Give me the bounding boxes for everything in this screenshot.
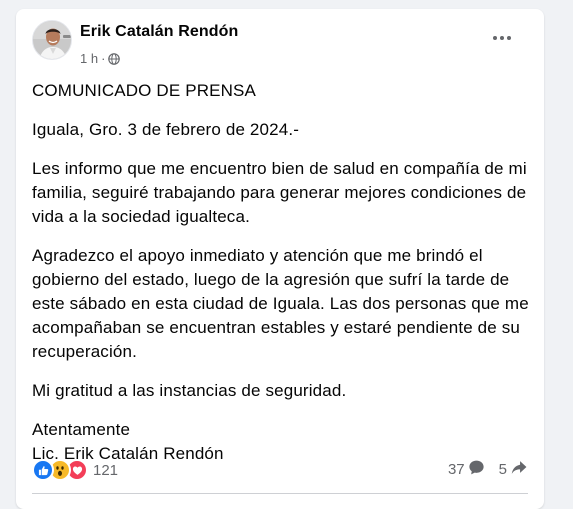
post-header: Erik Catalán Rendón 1 h · [16, 9, 544, 69]
more-dot [500, 36, 504, 40]
globe-icon[interactable] [108, 52, 121, 65]
comment-stat[interactable]: 37 [448, 459, 485, 480]
post-footer: 121 37 5 [32, 459, 528, 481]
comment-icon [468, 459, 485, 480]
reactions-summary[interactable]: 121 [32, 459, 118, 481]
post-meta: 1 h · [80, 51, 121, 66]
more-dot [507, 36, 511, 40]
post-paragraph: Les informo que me encuentro bien de sal… [32, 159, 527, 226]
post-timestamp[interactable]: 1 h [80, 51, 98, 66]
post-body: COMUNICADO DE PRENSA Iguala, Gro. 3 de f… [32, 79, 532, 466]
share-count: 5 [498, 461, 507, 478]
footer-divider [32, 493, 528, 494]
post-paragraph: Mi gratitud a las instancias de segurida… [32, 381, 347, 400]
engagement-stats: 37 5 [448, 459, 528, 480]
more-options-icon[interactable] [490, 29, 514, 47]
share-icon [510, 459, 528, 480]
comment-count: 37 [447, 461, 465, 478]
post-heading: COMUNICADO DE PRENSA [32, 81, 257, 100]
like-icon [32, 459, 54, 481]
post-paragraph: Agradezco el apoyo inmediato y atención … [32, 246, 529, 361]
more-dot [493, 36, 497, 40]
post-date-line: Iguala, Gro. 3 de febrero de 2024.- [32, 120, 300, 139]
author-avatar[interactable] [32, 20, 72, 60]
post-closing: Atentamente [32, 420, 131, 439]
share-stat[interactable]: 5 [499, 459, 528, 480]
post-card: Erik Catalán Rendón 1 h · COMUNICADO DE … [16, 9, 544, 509]
reaction-count: 121 [93, 461, 119, 479]
avatar-image [33, 21, 71, 59]
author-name[interactable]: Erik Catalán Rendón [80, 23, 238, 41]
meta-separator: · [101, 51, 106, 66]
